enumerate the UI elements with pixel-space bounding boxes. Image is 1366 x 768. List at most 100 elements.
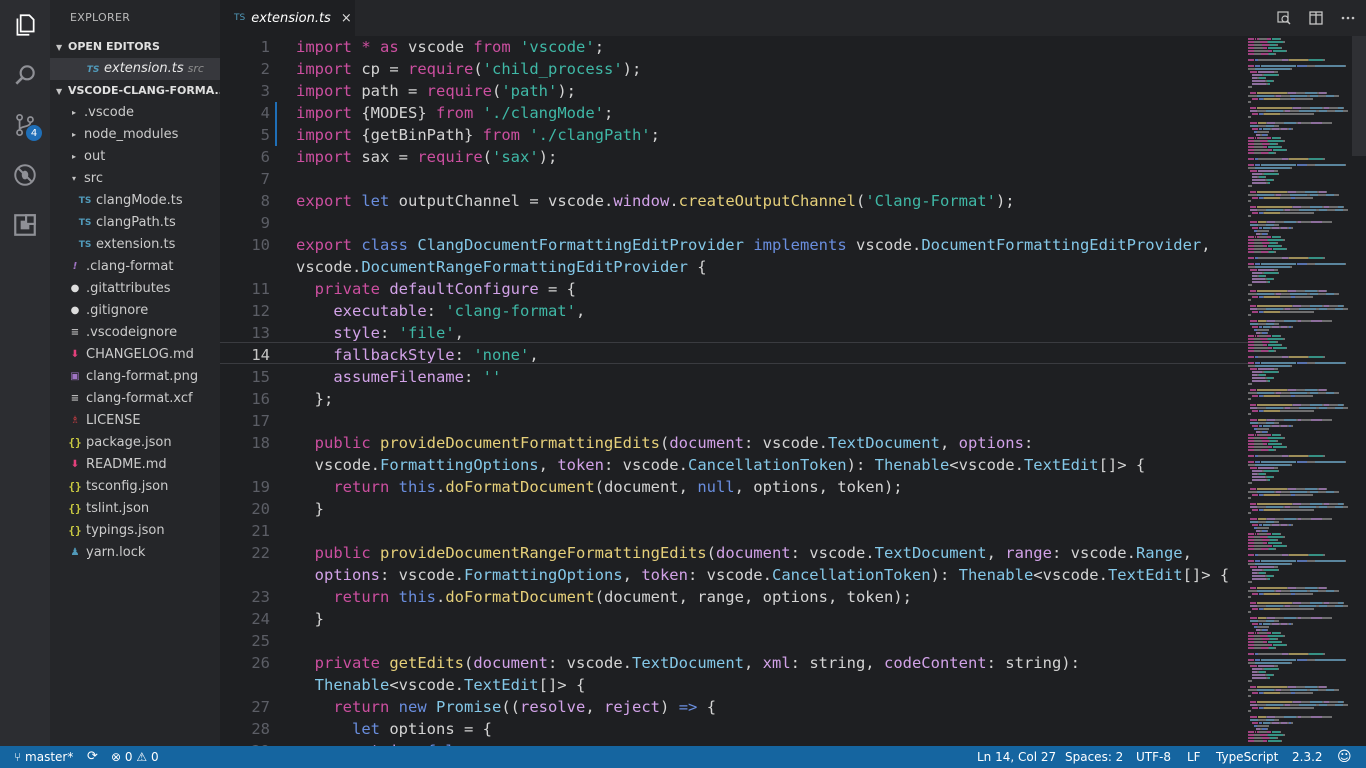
activity-extensions[interactable]: [0, 200, 50, 250]
cursor-position[interactable]: Ln 14, Col 27: [977, 746, 1056, 768]
tree-item[interactable]: TS extension.ts: [50, 234, 220, 256]
config-file-icon: !: [72, 261, 78, 272]
minimap-segment: [1248, 662, 1255, 664]
tree-item[interactable]: {} tsconfig.json: [50, 476, 220, 498]
sync-icon[interactable]: ⟳: [87, 746, 98, 768]
tree-item[interactable]: {} package.json: [50, 432, 220, 454]
tree-item[interactable]: ≡ clang-format.xcf: [50, 388, 220, 410]
minimap-segment: [1248, 482, 1252, 484]
code-token: implements: [753, 236, 847, 254]
minimap-segment: [1301, 617, 1311, 619]
open-changes-icon[interactable]: [1276, 10, 1292, 26]
code-token: './clangPath': [529, 126, 651, 144]
code-token: .: [669, 192, 679, 210]
minimap-segment: [1250, 191, 1256, 193]
minimap-segment: [1272, 335, 1280, 337]
code-token: (: [855, 192, 866, 210]
tree-item[interactable]: ! .clang-format: [50, 256, 220, 278]
minimap-segment: [1255, 464, 1290, 466]
tree-item[interactable]: TS clangPath.ts: [50, 212, 220, 234]
minimap-segment: [1264, 494, 1280, 496]
tree-item[interactable]: ▸ .vscode: [50, 102, 220, 124]
tree-item[interactable]: TS clangMode.ts: [50, 190, 220, 212]
more-actions-icon[interactable]: [1340, 10, 1356, 26]
minimap-segment: [1254, 638, 1262, 640]
line-number: 22: [251, 544, 270, 562]
minimap-segment: [1257, 605, 1266, 607]
indentation[interactable]: Spaces: 2: [1065, 746, 1123, 768]
problems-indicator[interactable]: ⊗ 0 ⚠ 0: [111, 746, 159, 768]
tree-item[interactable]: ▾ src: [50, 168, 220, 190]
tree-item[interactable]: {} typings.json: [50, 520, 220, 542]
tree-item[interactable]: ● .gitignore: [50, 300, 220, 322]
activity-search[interactable]: [0, 50, 50, 100]
tree-item[interactable]: {} tslint.json: [50, 498, 220, 520]
code-token: provideDocumentRangeFormattingEdits: [380, 544, 707, 562]
minimap-segment: [1254, 248, 1268, 250]
tree-item[interactable]: ▸ out: [50, 146, 220, 168]
vertical-scrollbar-thumb[interactable]: [1352, 36, 1366, 156]
typescript-version[interactable]: 2.3.2: [1292, 746, 1323, 768]
code-token: import: [296, 82, 352, 100]
line-number: 10: [251, 236, 270, 254]
minimap-segment: [1252, 281, 1266, 283]
tree-item-label: .gitattributes: [86, 281, 171, 296]
open-editor-item[interactable]: TS extension.ts src: [50, 58, 220, 80]
json-file-icon: {}: [68, 502, 82, 515]
minimap-segment: [1280, 113, 1314, 115]
open-editors-header[interactable]: ▼ OPEN EDITORS: [50, 36, 220, 58]
code-token: vscode: [398, 38, 474, 56]
feedback-smiley-icon[interactable]: ☺: [1337, 746, 1352, 768]
minimap-segment: [1290, 365, 1292, 367]
minimap-segment: [1261, 560, 1296, 562]
minimap-segment: [1257, 488, 1287, 490]
minimap-segment: [1266, 506, 1283, 508]
tree-item[interactable]: ▣ clang-format.png: [50, 366, 220, 388]
minimap-segment: [1323, 554, 1325, 556]
tree-item[interactable]: ● .gitattributes: [50, 278, 220, 300]
minimap-segment: [1255, 731, 1256, 733]
minimap-segment: [1293, 107, 1301, 109]
minimap-segment: [1289, 158, 1308, 160]
minimap-segment: [1315, 263, 1345, 265]
minimap-segment: [1252, 227, 1258, 229]
minimap-segment: [1274, 125, 1279, 127]
tree-item[interactable]: ≡ .vscodeignore: [50, 322, 220, 344]
minimap-segment: [1254, 644, 1268, 646]
close-icon[interactable]: ×: [341, 11, 352, 26]
tree-item[interactable]: ▸ node_modules: [50, 124, 220, 146]
language-mode[interactable]: TypeScript: [1216, 746, 1278, 768]
minimap-segment: [1315, 164, 1345, 166]
minimap-segment: [1257, 527, 1269, 529]
minimap-segment: [1274, 251, 1276, 253]
code-token: ): [660, 698, 679, 716]
minimap[interactable]: [1248, 36, 1352, 746]
tree-item[interactable]: ⬇ CHANGELOG.md: [50, 344, 220, 366]
project-header[interactable]: ▼ VSCODE-CLANG-FORMA...: [50, 80, 220, 102]
minimap-segment: [1322, 617, 1332, 619]
encoding[interactable]: UTF-8: [1136, 746, 1171, 768]
minimap-segment: [1267, 518, 1275, 520]
minimap-segment: [1326, 587, 1327, 589]
minimap-segment: [1252, 326, 1258, 328]
tree-item[interactable]: ♗ LICENSE: [50, 410, 220, 432]
minimap-segment: [1319, 488, 1326, 490]
minimap-segment: [1261, 152, 1268, 154]
tree-item[interactable]: ♟ yarn.lock: [50, 542, 220, 564]
minimap-segment: [1329, 503, 1338, 505]
activity-explorer[interactable]: [0, 0, 50, 50]
activity-source-control[interactable]: [0, 100, 50, 150]
branch-indicator[interactable]: ⑂ master*: [14, 746, 73, 768]
code-editor[interactable]: 1 import * as vscode from 'vscode'; 2 impor…: [220, 36, 1248, 746]
line-number: 25: [251, 632, 270, 650]
tree-item[interactable]: ⬇ README.md: [50, 454, 220, 476]
minimap-segment: [1248, 710, 1251, 712]
code-token: defaultConfigure: [389, 280, 539, 298]
code-line: };: [296, 388, 334, 410]
end-of-line[interactable]: LF: [1187, 746, 1201, 768]
tab-extension-ts[interactable]: TS extension.ts ×: [220, 0, 355, 36]
minimap-segment: [1263, 542, 1267, 544]
minimap-segment: [1318, 392, 1326, 394]
activity-debug[interactable]: [0, 150, 50, 200]
split-editor-icon[interactable]: [1308, 10, 1324, 26]
